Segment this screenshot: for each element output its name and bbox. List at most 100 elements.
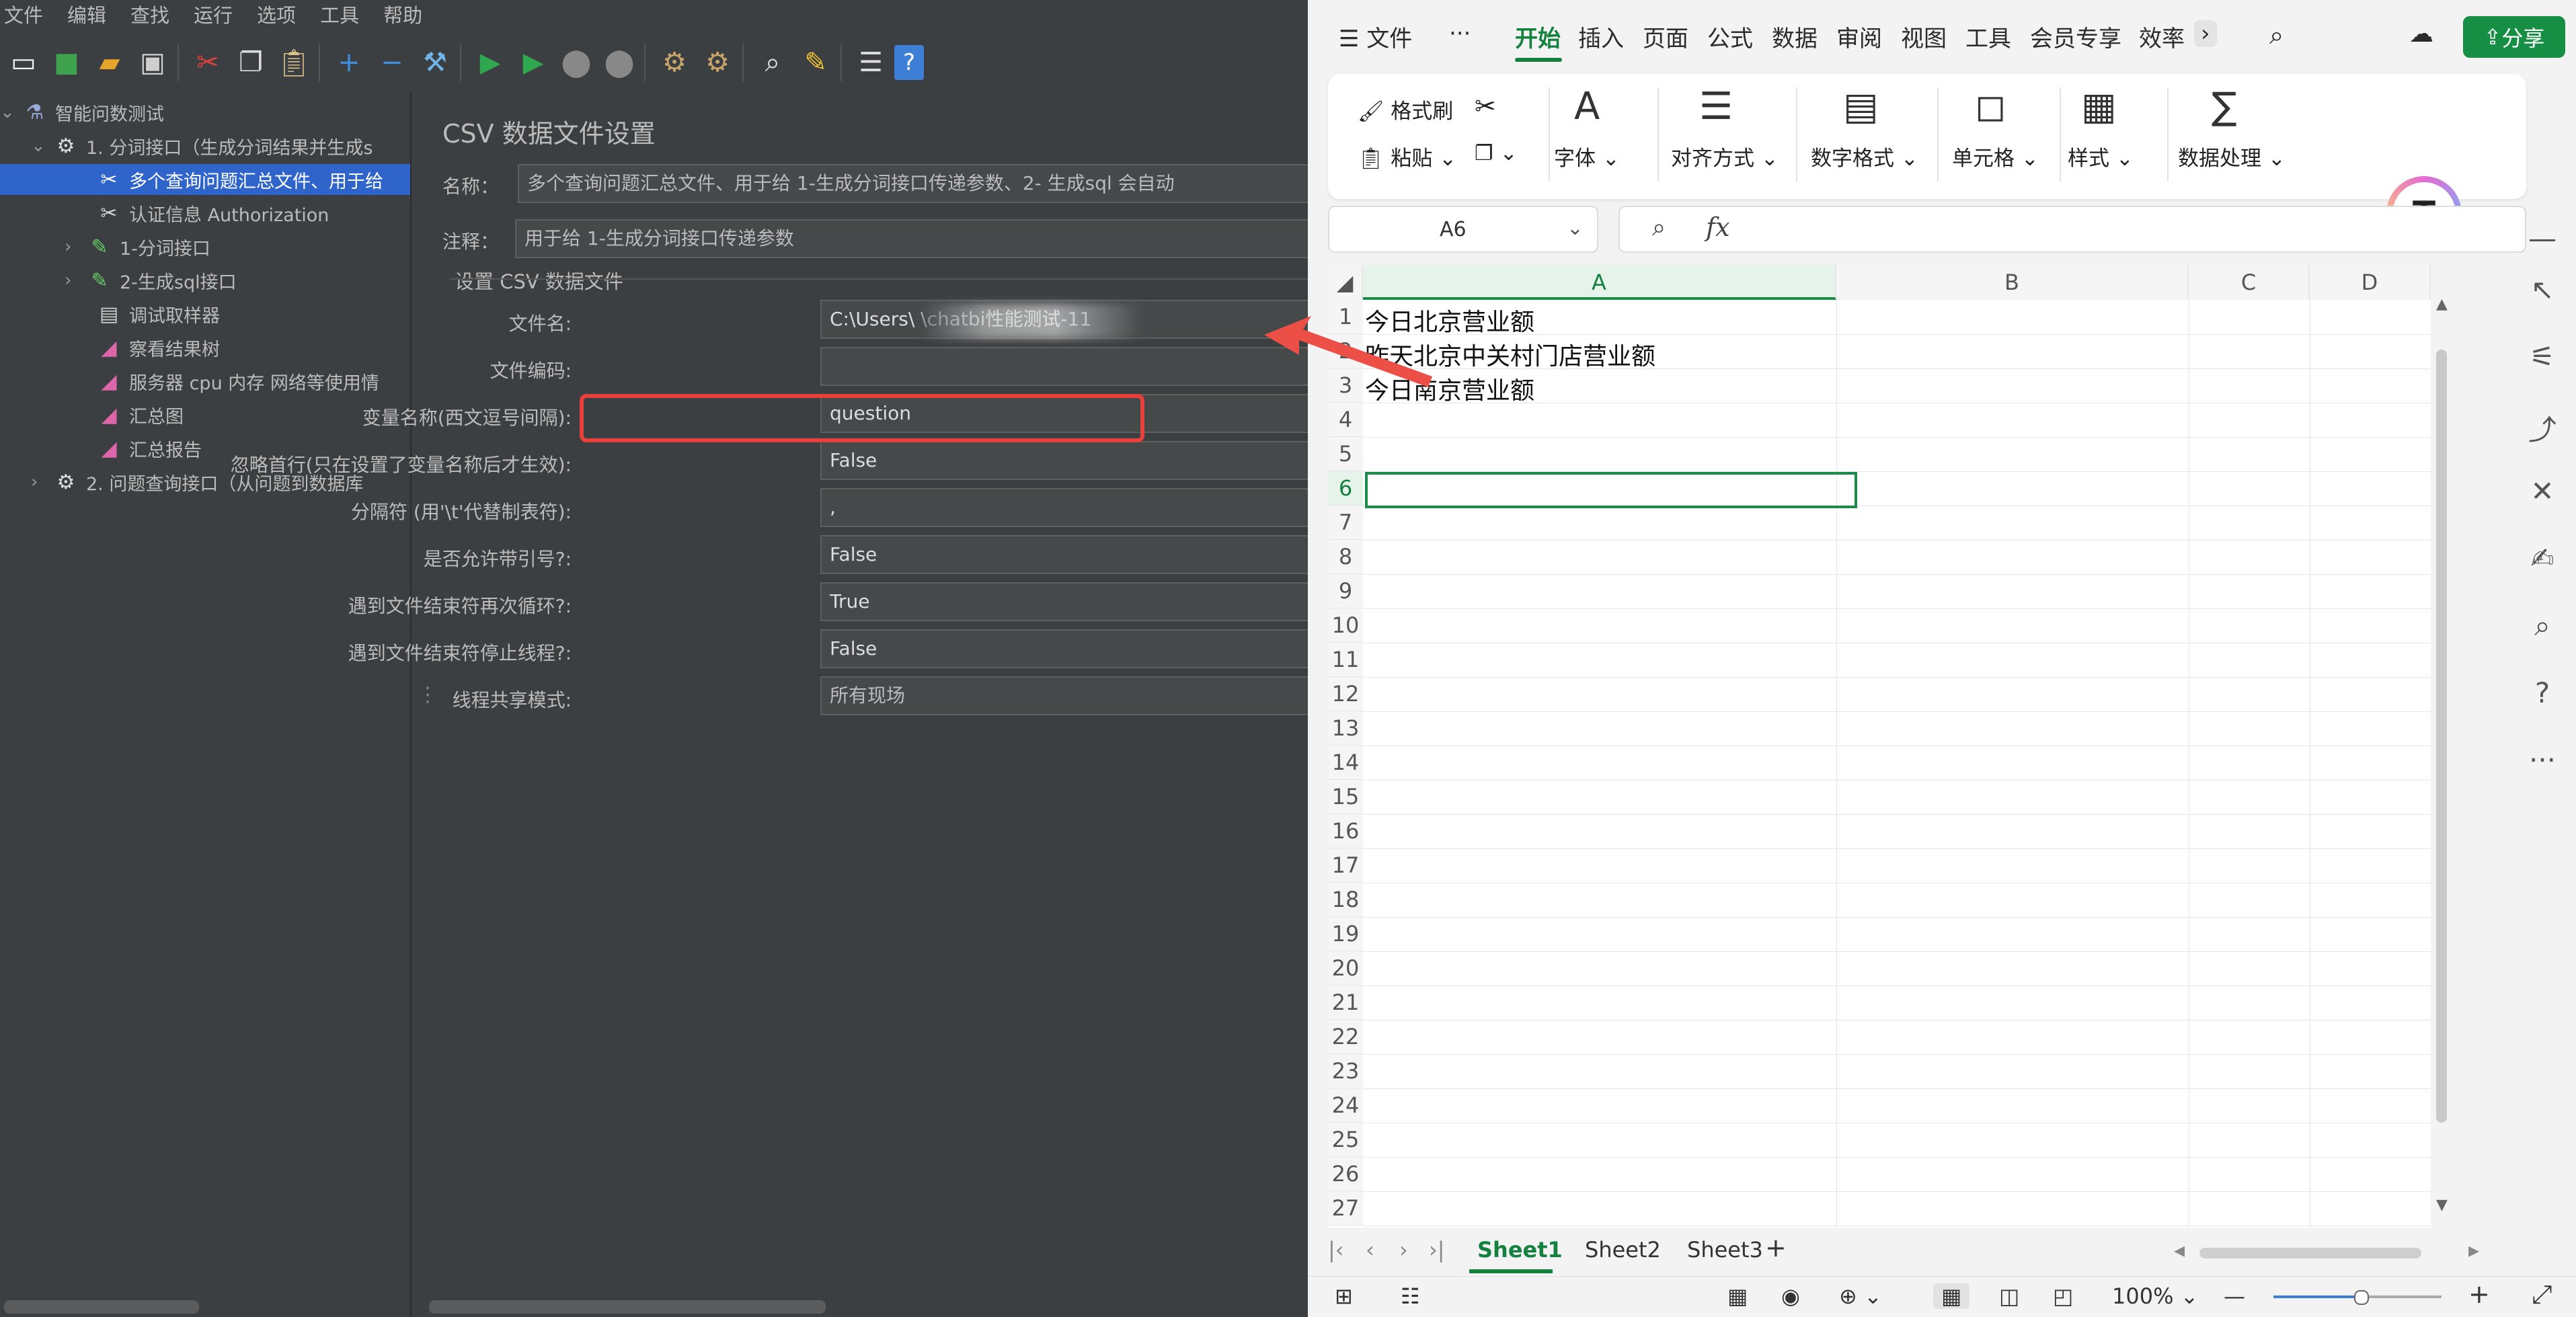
tree-node-sampler-2[interactable]: › ✎ 2-生成sql接口 [65,265,237,296]
tab-insert[interactable]: 插入 [1578,20,1624,53]
search-icon[interactable]: ⌕ [753,43,792,82]
row-header[interactable]: 22 [1328,1020,1363,1054]
reset-search-icon[interactable]: ✎ [796,43,835,82]
tab-view[interactable]: 视图 [1901,20,1947,53]
locate-icon[interactable]: ⊕ ⌄ [1839,1283,1882,1309]
encoding-field[interactable] [820,347,1318,386]
allow-quoted-field[interactable]: False [820,535,1318,574]
format-painter-button[interactable]: 🖌︎ 格式刷 [1358,94,1453,124]
font-button[interactable]: 字体 ⌄ [1554,141,1620,171]
copy-icon[interactable]: ❐ [231,43,270,82]
sheet-tab-1[interactable]: Sheet1 [1477,1237,1563,1263]
page-break-icon[interactable]: ◰ [2053,1283,2073,1309]
zoom-level[interactable]: 100% ⌄ [2112,1283,2198,1309]
collapse-icon[interactable]: − [373,43,412,82]
sharing-mode-field[interactable]: 所有现场 [820,676,1318,715]
last-sheet-icon[interactable]: ›| [1429,1237,1445,1263]
chevron-right-icon[interactable]: › [2194,20,2217,47]
column-header-a[interactable]: A [1363,265,1836,300]
expand-arrow-icon[interactable]: › [65,237,85,257]
tab-review[interactable]: 审阅 [1836,20,1882,53]
share-button[interactable]: ⇪ 分享 [2463,16,2565,58]
column-header-d[interactable]: D [2310,265,2431,300]
row-header[interactable]: 9 [1328,574,1363,608]
tree-node-sampler-1[interactable]: › ✎ 1-分词接口 [65,231,210,262]
alignment-button[interactable]: 对齐方式 ⌄ [1671,141,1779,171]
tab-data[interactable]: 数据 [1772,20,1818,53]
row-header[interactable]: 26 [1328,1157,1363,1191]
delimiter-field[interactable]: , [820,488,1318,527]
normal-view-icon[interactable]: ▦ [1933,1283,1970,1309]
clear-all-icon[interactable]: ⚙ [698,43,737,82]
scroll-down-icon[interactable]: ▼ [2436,1197,2448,1213]
open-icon[interactable]: ▰ [90,43,129,82]
fullscreen-icon[interactable]: ⤢ [2532,1279,2552,1310]
notes-icon[interactable]: ☷ [1401,1283,1420,1309]
expand-icon[interactable]: + [329,43,368,82]
paste-icon[interactable]: 📋︎ [274,43,313,82]
row-header[interactable]: 12 [1328,677,1363,711]
collapse-arrow-icon[interactable]: ⌄ [31,136,51,156]
signature-icon[interactable]: ✍ [2525,542,2560,575]
save-icon[interactable]: ▣ [133,43,172,82]
worksheet-grid[interactable]: ◢ A B C D 123456789101112131415161718192… [1328,265,2431,1228]
next-sheet-icon[interactable]: › [1399,1237,1408,1263]
panel-horizontal-scrollbar[interactable] [429,1300,826,1314]
row-header[interactable]: 14 [1328,746,1363,780]
tab-page[interactable]: 页面 [1643,20,1688,53]
ignore-first-line-field[interactable]: False [820,441,1318,480]
name-field[interactable]: 多个查询问题汇总文件、用于给 1-生成分词接口传递参数、2- 生成sql 会自动 [518,164,1318,203]
table-view-icon[interactable]: ▦ [1727,1283,1748,1309]
row-header[interactable]: 21 [1328,986,1363,1020]
menu-search[interactable]: 查找 [126,0,173,31]
scroll-up-icon[interactable]: ▲ [2436,296,2448,313]
help-icon[interactable]: ? [2525,676,2560,709]
stop-thread-on-eof-field[interactable]: False [820,629,1318,668]
column-header-c[interactable]: C [2189,265,2310,300]
tab-home[interactable]: 开始 [1515,20,1561,53]
zoom-slider-thumb[interactable] [2354,1290,2369,1305]
tree-node-csv-config[interactable]: ✂ 多个查询问题汇总文件、用于给 [0,164,410,195]
cut-icon[interactable]: ✂ [188,43,227,82]
tab-efficiency[interactable]: 效率 [2139,20,2185,53]
zoom-out-icon[interactable]: — [2224,1283,2245,1309]
recycle-on-eof-field[interactable]: True [820,582,1318,621]
row-header[interactable]: 13 [1328,711,1363,746]
page-layout-icon[interactable]: ◫ [1999,1283,2019,1309]
row-header[interactable]: 18 [1328,883,1363,917]
expand-arrow-icon[interactable]: › [31,472,51,492]
tree-node-test-plan[interactable]: ⌄ ⚗ 智能问数测试 [0,97,164,128]
row-header[interactable]: 20 [1328,951,1363,986]
menu-run[interactable]: 运行 [190,0,237,31]
sheet-tab-3[interactable]: Sheet3 [1687,1237,1763,1263]
toggle-icon[interactable]: ⚒ [416,43,455,82]
comment-field[interactable]: 用于给 1-生成分词接口传递参数 [515,219,1318,258]
search-icon[interactable]: ⌕ [2269,20,2284,50]
start-icon[interactable]: ▶ [471,43,510,82]
row-header[interactable]: 8 [1328,540,1363,574]
cells-button[interactable]: 单元格 ⌄ [1952,141,2039,171]
row-header[interactable]: 10 [1328,608,1363,643]
more-icon[interactable]: ··· [2525,744,2560,776]
menu-options[interactable]: 选项 [253,0,300,31]
tree-node-summary-report[interactable]: ◢ 汇总报告 [94,433,202,464]
help-icon[interactable]: ? [894,45,924,80]
horizontal-scroll-thumb[interactable] [2199,1248,2421,1259]
stop-icon[interactable]: ⬤ [557,43,596,82]
collapse-arrow-icon[interactable]: ⌄ [0,102,20,122]
tree-node-authorization[interactable]: ✂ 认证信息 Authorization [94,198,329,229]
eye-protection-icon[interactable]: ◉ [1781,1283,1800,1309]
add-sheet-icon[interactable]: + [1765,1233,1787,1263]
row-header[interactable]: 5 [1328,437,1363,471]
row-header[interactable]: 25 [1328,1123,1363,1157]
tab-tools[interactable]: 工具 [1965,20,2011,53]
macro-icon[interactable]: ⊞ [1335,1283,1353,1309]
templates-icon[interactable]: ■ [47,43,86,82]
menu-tools[interactable]: 工具 [316,0,363,31]
row-header[interactable]: 16 [1328,814,1363,848]
tree-node-thread-group-1[interactable]: ⌄ ⚙ 1. 分词接口（生成分词结果并生成s [31,130,373,161]
formula-input[interactable]: ⌕ fx [1618,206,2526,253]
scroll-left-icon[interactable]: ◂ [2174,1237,2185,1263]
file-menu-button[interactable]: ☰ 文件 [1339,20,1412,53]
tree-node-perfmon[interactable]: ◢ 服务器 cpu 内存 网络等使用情 [94,366,379,397]
